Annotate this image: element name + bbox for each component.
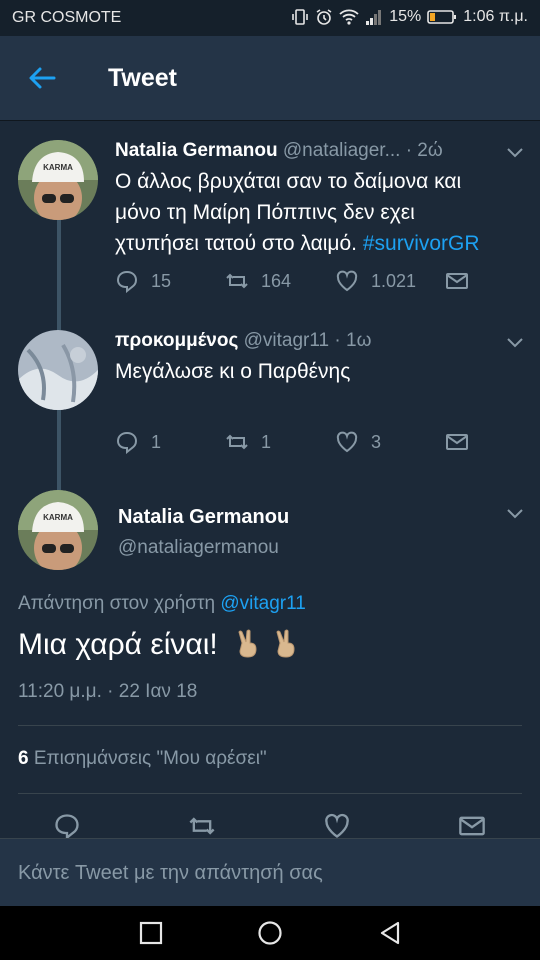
retweet-icon (226, 273, 248, 289)
retweet-button[interactable]: 1 (225, 430, 271, 454)
main-tweet-body: Μια χαρά είναι! (18, 628, 218, 661)
retweet-button[interactable]: 164 (225, 269, 291, 293)
main-author-name[interactable]: Natalia Germanou (118, 506, 289, 529)
reply-icon (116, 431, 138, 454)
svg-text:KARMA: KARMA (43, 513, 73, 522)
page-title: Tweet (108, 64, 177, 92)
main-tweet-actions (0, 812, 540, 840)
message-icon (446, 434, 468, 450)
system-nav-bar (0, 906, 540, 960)
retweet-icon[interactable] (188, 812, 216, 840)
alarm-icon (316, 9, 332, 25)
author-name[interactable]: προκομμένος (115, 330, 238, 351)
like-count: 3 (371, 431, 382, 452)
chevron-down-icon[interactable] (506, 508, 524, 520)
chevron-down-icon[interactable] (506, 147, 524, 159)
svg-text:KARMA: KARMA (43, 163, 73, 172)
divider (18, 793, 522, 794)
clap-emoji-icon (276, 629, 295, 658)
likes-label: Επισημάνσεις "Μου αρέσει" (33, 748, 267, 769)
reply-count: 15 (151, 270, 172, 291)
main-tweet-text: Μια χαρά είναι! (18, 628, 300, 662)
message-button[interactable] (445, 430, 469, 454)
tweet-time: · 2ώ (405, 140, 443, 161)
author-name[interactable]: Natalia Germanou (115, 140, 278, 161)
tweet-text-line: χτυπήσει τατού στο λαιμό. #survivorGR (115, 228, 535, 259)
message-icon[interactable] (458, 812, 486, 840)
reply-button[interactable]: 1 (115, 430, 161, 454)
retweet-count: 164 (261, 270, 292, 291)
reply-context: Απάντηση στον χρήστη @vitagr11 (18, 593, 306, 615)
message-icon (446, 273, 468, 289)
main-author-handle[interactable]: @nataliagermanou (118, 537, 279, 559)
chevron-down-icon[interactable] (506, 337, 524, 349)
nav-back-icon[interactable] (377, 920, 403, 946)
divider (18, 725, 522, 726)
like-button[interactable]: 1.021 (335, 269, 416, 293)
vibrate-icon (292, 9, 309, 25)
tweet-text: Μεγάλωσε κι ο Παρθένης (115, 360, 351, 383)
tweet-text-line: χτυπήσει τατού στο λαιμό. (115, 232, 358, 255)
nav-home-icon[interactable] (257, 920, 283, 946)
reply-to-label: Απάντηση στον χρήστη (18, 593, 216, 614)
reply-count: 1 (151, 431, 162, 452)
tweet-actions: 1 1 3 (115, 430, 535, 456)
tweet-timestamp: 11:20 μ.μ. · 22 Ιαν 18 (18, 681, 198, 702)
like-icon[interactable] (323, 812, 351, 840)
reply-compose-bar[interactable]: Κάντε Tweet με την απάντησή σας (0, 838, 540, 907)
avatar[interactable] (18, 330, 98, 410)
thread-line (57, 410, 61, 490)
clap-emoji-icon (238, 629, 257, 658)
retweet-icon (226, 434, 248, 450)
avatar[interactable]: KARMA (18, 140, 98, 220)
avatar-photo-icon: KARMA (18, 490, 98, 570)
battery-percent: 15% (389, 8, 422, 25)
retweet-count: 1 (261, 431, 272, 452)
thread-line (57, 220, 61, 330)
wifi-icon (339, 9, 359, 25)
carrier-label: GR COSMOTE (12, 9, 122, 26)
like-icon (336, 431, 358, 453)
hashtag-link[interactable]: #survivorGR (363, 232, 480, 255)
reply-to-handle[interactable]: @vitagr11 (220, 593, 305, 614)
like-icon (336, 270, 358, 292)
status-bar: GR COSMOTE 15% 1:06 π.μ. (0, 0, 540, 36)
reply-icon (116, 270, 138, 293)
author-handle[interactable]: @vitagr11 (244, 330, 329, 351)
back-arrow-icon[interactable] (26, 62, 58, 94)
nav-recents-icon[interactable] (138, 920, 164, 946)
reply-icon[interactable] (53, 812, 81, 840)
avatar-photo-icon: KARMA (18, 140, 98, 220)
battery-icon (427, 10, 457, 24)
status-icons: 15% 1:06 π.μ. (291, 8, 528, 26)
avatar[interactable]: KARMA (18, 490, 98, 570)
avatar-photo-icon (18, 330, 98, 410)
tweet-author-line: προκομμένος @vitagr11 · 1ω (115, 330, 371, 352)
author-handle[interactable]: @nataliager... (283, 140, 401, 161)
tweet-text-line: Ο άλλος βρυχάται σαν το δαίμονα και (115, 170, 462, 193)
like-button[interactable]: 3 (335, 430, 381, 454)
app-header: Tweet (0, 36, 540, 120)
likes-count: 6 (18, 748, 29, 769)
tweet-author-line: Natalia Germanou @nataliager... · 2ώ (115, 140, 443, 162)
tweet-actions: 15 164 1.021 (115, 269, 535, 295)
signal-icon (366, 10, 382, 25)
clock: 1:06 π.μ. (463, 8, 528, 25)
message-button[interactable] (445, 269, 469, 293)
tweet-time: · 1ω (334, 330, 372, 351)
reply-input-placeholder[interactable]: Κάντε Tweet με την απάντησή σας (18, 862, 323, 885)
header-divider (0, 120, 540, 121)
likes-summary[interactable]: 6 Επισημάνσεις "Μου αρέσει" (18, 748, 267, 770)
like-count: 1.021 (371, 270, 417, 291)
reply-button[interactable]: 15 (115, 269, 171, 293)
tweet-text: Ο άλλος βρυχάται σαν το δαίμονα και μόνο… (115, 166, 535, 259)
tweet-text-line: μόνο τη Μαίρη Πόππινς δεν εχει (115, 201, 415, 224)
